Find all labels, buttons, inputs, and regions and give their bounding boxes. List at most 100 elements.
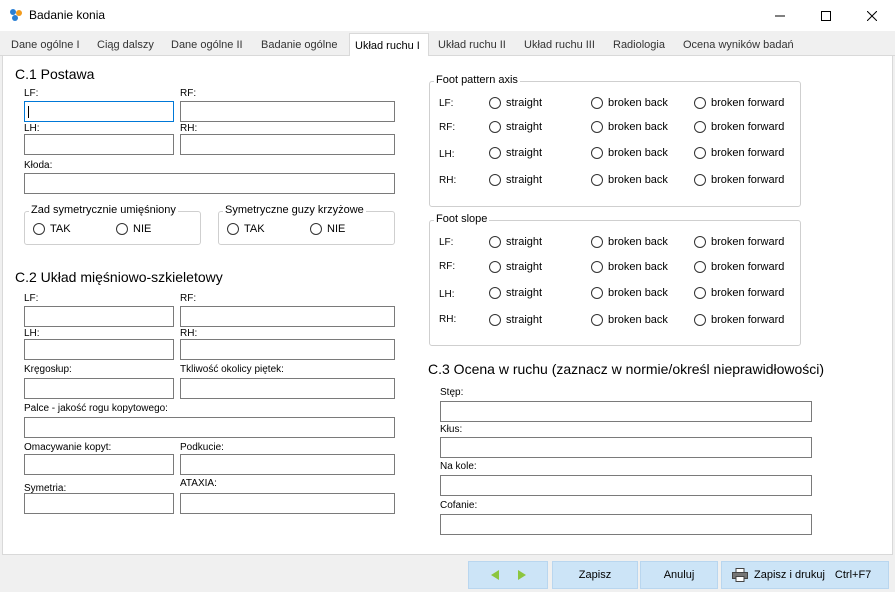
fs-rh-broken-forward-radio[interactable]: broken forward bbox=[694, 314, 784, 326]
radio-circle-icon bbox=[694, 314, 706, 326]
save-and-print-button[interactable]: Zapisz i drukuj Ctrl+F7 bbox=[721, 561, 889, 589]
palce-input[interactable] bbox=[24, 417, 395, 438]
fs-lh-straight-radio[interactable]: straight bbox=[489, 287, 542, 299]
tab-dane-ogolne-1[interactable]: Dane ogólne I bbox=[6, 36, 85, 56]
radio-label: broken forward bbox=[711, 261, 785, 273]
radio-label: broken forward bbox=[711, 174, 785, 186]
fs-lf-straight-radio[interactable]: straight bbox=[489, 236, 542, 248]
fs-lh-broken-back-radio[interactable]: broken back bbox=[591, 287, 668, 299]
fp-rf-broken-forward-radio[interactable]: broken forward bbox=[694, 121, 784, 133]
radio-circle-icon bbox=[489, 261, 501, 273]
radio-label: broken forward bbox=[711, 97, 785, 109]
kloda-input[interactable] bbox=[24, 173, 395, 194]
fp-lh-label: LH: bbox=[439, 149, 455, 160]
fp-lh-straight-radio[interactable]: straight bbox=[489, 147, 542, 159]
section-title-ocena-w-ruchu: C.3 Ocena w ruchu (zaznacz w normie/okre… bbox=[428, 361, 825, 377]
radio-label: broken back bbox=[608, 121, 668, 133]
fp-rh-broken-forward-radio[interactable]: broken forward bbox=[694, 174, 784, 186]
tab-badanie-ogolne[interactable]: Badanie ogólne bbox=[256, 36, 342, 56]
guzy-nie-radio[interactable]: NIE bbox=[310, 223, 345, 235]
c1-lh-input[interactable] bbox=[24, 134, 174, 155]
fs-rf-broken-back-radio[interactable]: broken back bbox=[591, 261, 668, 273]
save-button[interactable]: Zapisz bbox=[552, 561, 638, 589]
fs-lf-broken-back-radio[interactable]: broken back bbox=[591, 236, 668, 248]
ataxia-label: ATAXIA: bbox=[180, 478, 217, 489]
tab-dane-ogolne-2[interactable]: Dane ogólne II bbox=[166, 36, 248, 56]
text-caret bbox=[28, 106, 29, 118]
tab-uklad-ruchu-2[interactable]: Układ ruchu II bbox=[433, 36, 511, 56]
radio-circle-icon bbox=[489, 236, 501, 248]
tab-uklad-ruchu-1[interactable]: Układ ruchu I bbox=[349, 33, 429, 57]
podkucie-input[interactable] bbox=[180, 454, 395, 475]
c2-lh-input[interactable] bbox=[24, 339, 174, 360]
tab-radiologia[interactable]: Radiologia bbox=[608, 36, 670, 56]
radio-circle-icon bbox=[489, 121, 501, 133]
tab-uklad-ruchu-3[interactable]: Układ ruchu III bbox=[519, 36, 600, 56]
radio-circle-icon bbox=[591, 121, 603, 133]
maximize-icon bbox=[821, 10, 831, 21]
fs-lf-broken-forward-radio[interactable]: broken forward bbox=[694, 236, 784, 248]
radio-label: straight bbox=[506, 97, 543, 109]
save-button-label: Zapisz bbox=[578, 569, 612, 581]
fp-rf-straight-radio[interactable]: straight bbox=[489, 121, 542, 133]
c2-rh-input[interactable] bbox=[180, 339, 395, 360]
na-kole-input[interactable] bbox=[440, 475, 812, 496]
c1-rh-input[interactable] bbox=[180, 134, 395, 155]
fp-lh-broken-forward-radio[interactable]: broken forward bbox=[694, 147, 784, 159]
c2-lf-input[interactable] bbox=[24, 306, 174, 327]
fp-lf-broken-back-radio[interactable]: broken back bbox=[591, 97, 668, 109]
tkliwosc-input[interactable] bbox=[180, 378, 395, 399]
step-input[interactable] bbox=[440, 401, 812, 422]
next-arrow-icon[interactable] bbox=[517, 570, 526, 580]
tab-ocena-wynikow[interactable]: Ocena wyników badań bbox=[678, 36, 799, 56]
c2-rf-input[interactable] bbox=[180, 306, 395, 327]
radio-label: straight bbox=[506, 314, 543, 326]
radio-label: broken back bbox=[608, 314, 668, 326]
minimize-button[interactable] bbox=[757, 0, 803, 31]
zad-nie-radio[interactable]: NIE bbox=[116, 223, 151, 235]
radio-circle-icon bbox=[591, 97, 603, 109]
klus-input[interactable] bbox=[440, 437, 812, 458]
radio-label: broken forward bbox=[711, 314, 785, 326]
radio-label: straight bbox=[506, 236, 543, 248]
maximize-button[interactable] bbox=[803, 0, 849, 31]
omacywanie-input[interactable] bbox=[24, 454, 174, 475]
fp-rh-broken-back-radio[interactable]: broken back bbox=[591, 174, 668, 186]
cancel-button[interactable]: Anuluj bbox=[640, 561, 718, 589]
close-button[interactable] bbox=[849, 0, 895, 31]
zad-symetrycznie-legend: Zad symetrycznie umięśniony bbox=[29, 204, 178, 216]
fp-lh-broken-back-radio[interactable]: broken back bbox=[591, 147, 668, 159]
fs-lh-broken-forward-radio[interactable]: broken forward bbox=[694, 287, 784, 299]
guzy-tak-radio[interactable]: TAK bbox=[227, 223, 265, 235]
fs-rf-straight-radio[interactable]: straight bbox=[489, 261, 542, 273]
radio-circle-icon bbox=[694, 174, 706, 186]
save-and-print-label: Zapisz i drukuj bbox=[754, 569, 825, 581]
radio-circle-icon bbox=[694, 236, 706, 248]
fs-rh-straight-radio[interactable]: straight bbox=[489, 314, 542, 326]
ataxia-input[interactable] bbox=[180, 493, 395, 514]
fp-rh-straight-radio[interactable]: straight bbox=[489, 174, 542, 186]
fs-rf-broken-forward-radio[interactable]: broken forward bbox=[694, 261, 784, 273]
fs-rh-broken-back-radio[interactable]: broken back bbox=[591, 314, 668, 326]
previous-arrow-icon[interactable] bbox=[490, 570, 499, 580]
cancel-button-label: Anuluj bbox=[663, 569, 695, 581]
c1-rf-label: RF: bbox=[180, 88, 197, 99]
na-kole-label: Na kole: bbox=[440, 461, 477, 472]
radio-circle-icon bbox=[489, 287, 501, 299]
kregoslup-input[interactable] bbox=[24, 378, 174, 399]
fp-lf-straight-radio[interactable]: straight bbox=[489, 97, 542, 109]
c1-lf-input[interactable] bbox=[24, 101, 174, 122]
fs-rf-label: RF: bbox=[439, 261, 456, 272]
fp-rf-broken-back-radio[interactable]: broken back bbox=[591, 121, 668, 133]
cofanie-input[interactable] bbox=[440, 514, 812, 535]
radio-circle-icon bbox=[116, 223, 128, 235]
fs-lh-label: LH: bbox=[439, 289, 455, 300]
fp-lf-broken-forward-radio[interactable]: broken forward bbox=[694, 97, 784, 109]
c1-rh-label: RH: bbox=[180, 123, 198, 134]
symetria-input[interactable] bbox=[24, 493, 174, 514]
radio-circle-icon bbox=[591, 314, 603, 326]
c1-rf-input[interactable] bbox=[180, 101, 395, 122]
tab-ciag-dalszy[interactable]: Ciąg dalszy bbox=[92, 36, 159, 56]
fs-rh-label: RH: bbox=[439, 314, 457, 325]
zad-tak-radio[interactable]: TAK bbox=[33, 223, 71, 235]
